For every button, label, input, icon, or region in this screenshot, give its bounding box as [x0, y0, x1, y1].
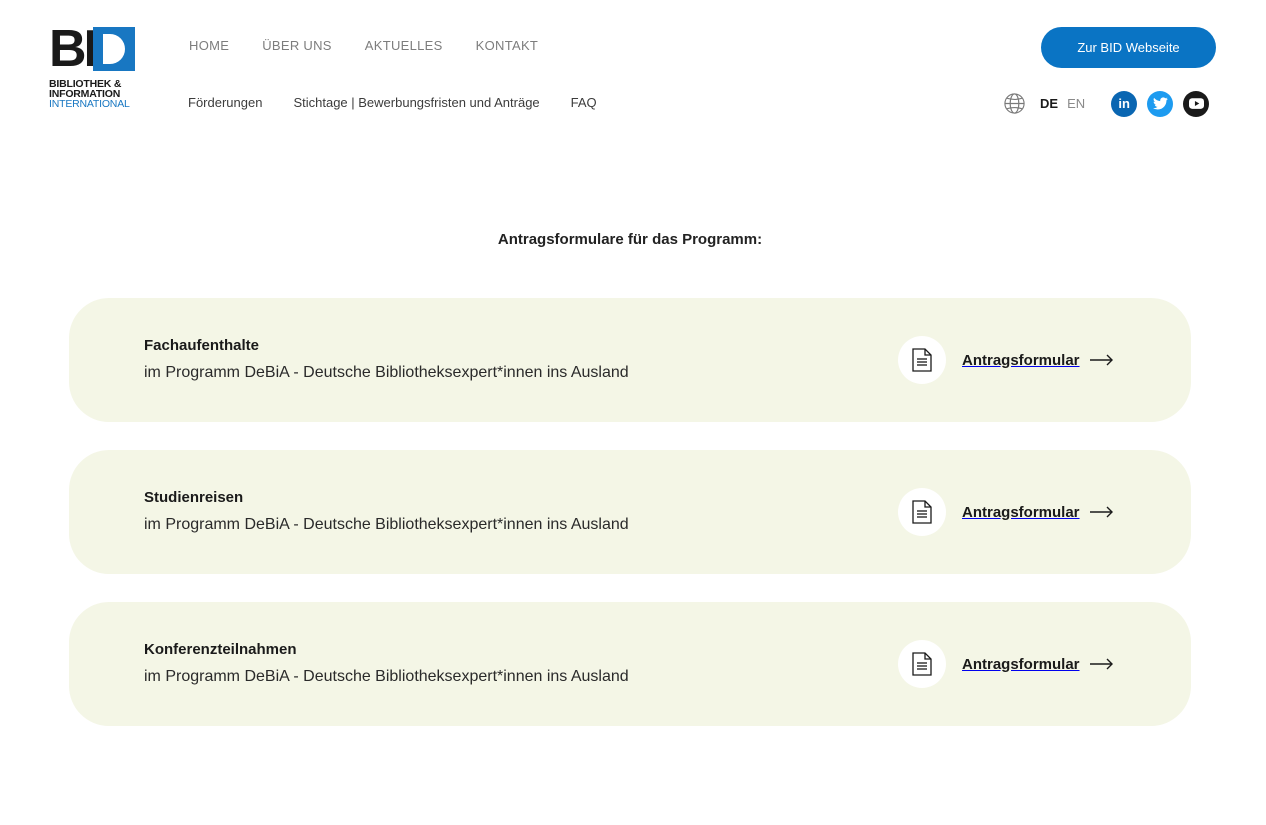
arrow-right-icon	[1089, 658, 1113, 670]
card-title: Studienreisen	[144, 489, 244, 506]
application-form-label: Antragsformular	[962, 655, 1080, 673]
application-card: Fachaufenthalte im Programm DeBiA - Deut…	[69, 298, 1191, 422]
nav-foerderungen[interactable]: Förderungen	[188, 95, 262, 110]
nav-home[interactable]: HOME	[189, 38, 229, 53]
logo-mark-letters: BI	[49, 20, 98, 78]
nav-kontakt[interactable]: KONTAKT	[476, 38, 539, 53]
language-de[interactable]: DE	[1040, 96, 1058, 111]
logo-line-3: INTERNATIONAL	[49, 98, 130, 110]
arrow-right-icon	[1089, 354, 1113, 366]
arrow-right-icon	[1089, 506, 1113, 518]
nav-stichtage[interactable]: Stichtage | Bewerbungsfristen und Anträg…	[293, 95, 539, 110]
card-title: Konferenzteilnahmen	[144, 641, 297, 658]
nav-ueber-uns[interactable]: ÜBER UNS	[262, 38, 332, 53]
card-title: Fachaufenthalte	[144, 337, 260, 354]
card-subtitle: im Programm DeBiA - Deutsche Bibliotheks…	[144, 516, 629, 533]
card-subtitle: im Programm DeBiA - Deutsche Bibliotheks…	[144, 668, 629, 685]
nav-faq[interactable]: FAQ	[571, 95, 597, 110]
twitter-icon[interactable]	[1147, 90, 1174, 117]
application-form-link[interactable]: Antragsformular	[898, 488, 1114, 536]
linkedin-icon[interactable]: in	[1111, 90, 1138, 117]
youtube-icon[interactable]	[1183, 90, 1210, 117]
bid-website-button[interactable]: Zur BID Webseite	[1041, 27, 1216, 68]
document-icon	[898, 336, 946, 384]
bid-logo[interactable]: BI BIBLIOTHEK & INFORMATION INTERNATIONA…	[49, 20, 139, 115]
application-card: Konferenzteilnahmen im Programm DeBiA - …	[69, 602, 1191, 726]
logo-wordmark: BIBLIOTHEK & INFORMATION INTERNATIONAL	[49, 79, 139, 110]
section-title: Antragsformulare für das Programm:	[497, 231, 763, 248]
nav-aktuelles[interactable]: AKTUELLES	[365, 38, 443, 53]
primary-nav: HOME ÜBER UNS AKTUELLES KONTAKT	[189, 38, 538, 53]
logo-d-shape	[93, 27, 135, 71]
logo-mark: BI	[49, 20, 135, 78]
document-icon	[898, 640, 946, 688]
social-links: in	[1111, 90, 1210, 117]
application-form-link[interactable]: Antragsformular	[898, 640, 1114, 688]
application-form-label: Antragsformular	[962, 351, 1080, 369]
application-card: Studienreisen im Programm DeBiA - Deutsc…	[69, 450, 1191, 574]
document-icon	[898, 488, 946, 536]
language-en[interactable]: EN	[1067, 96, 1085, 111]
secondary-nav: Förderungen Stichtage | Bewerbungsfriste…	[188, 95, 597, 110]
card-subtitle: im Programm DeBiA - Deutsche Bibliotheks…	[144, 364, 629, 381]
utility-bar: DE EN in	[1003, 90, 1210, 117]
application-form-label: Antragsformular	[962, 503, 1080, 521]
globe-icon[interactable]	[1003, 92, 1026, 115]
application-form-link[interactable]: Antragsformular	[898, 336, 1114, 384]
